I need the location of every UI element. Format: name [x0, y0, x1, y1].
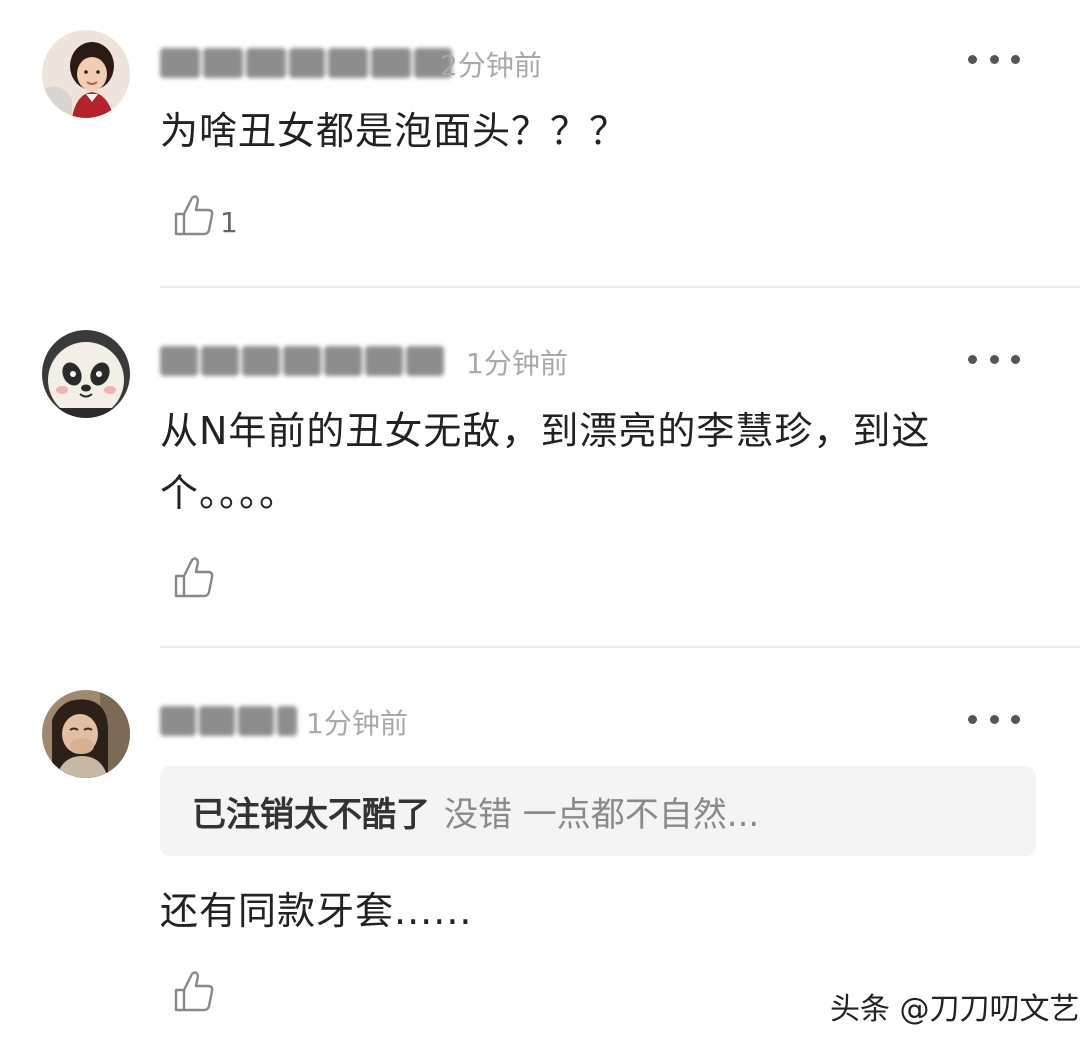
- dot-icon: [968, 354, 977, 364]
- like-button[interactable]: [172, 554, 220, 600]
- comment-item: 2分钟前 为啥丑女都是泡面头？？？ 1: [0, 0, 1080, 290]
- more-options-button[interactable]: [968, 344, 1020, 374]
- comment-text: 从N年前的丑女无敌，到漂亮的李慧珍，到这个。。。。: [160, 409, 931, 515]
- comment-text: 为啥丑女都是泡面头？？？: [160, 109, 629, 153]
- woman-laughing-icon: [42, 690, 130, 778]
- comment-timestamp: 1分钟前: [306, 707, 408, 740]
- user-avatar[interactable]: [42, 330, 130, 418]
- thumbs-up-icon: [174, 557, 214, 598]
- thumbs-up-icon: [174, 195, 214, 236]
- dot-icon: [968, 714, 977, 724]
- like-button[interactable]: [172, 968, 220, 1014]
- username-blurred[interactable]: [160, 700, 297, 742]
- username-blurred[interactable]: [160, 340, 444, 382]
- dot-icon: [989, 714, 999, 724]
- quoted-text: 没错 一点都不自然...: [444, 794, 760, 835]
- divider: [160, 286, 1080, 288]
- quoted-username[interactable]: 已注销太不酷了: [192, 787, 430, 836]
- like-count: 1: [220, 206, 238, 239]
- girl-portrait-icon: [42, 30, 130, 118]
- more-options-button[interactable]: [968, 44, 1020, 74]
- comment-item: 1分钟前 从N年前的丑女无敌，到漂亮的李慧珍，到这个。。。。: [0, 290, 1080, 646]
- thumbs-up-icon: [174, 971, 214, 1012]
- watermark: 头条 @刀刀叨文艺: [830, 992, 1080, 1027]
- user-avatar[interactable]: [42, 690, 130, 778]
- panda-icon: [42, 330, 130, 418]
- user-avatar[interactable]: [42, 30, 130, 118]
- dot-icon: [989, 354, 999, 364]
- like-button[interactable]: 1: [172, 192, 238, 238]
- dot-icon: [1011, 54, 1020, 64]
- dot-icon: [968, 54, 977, 64]
- username-blurred[interactable]: [160, 42, 452, 84]
- more-options-button[interactable]: [968, 704, 1020, 734]
- comment-text: 还有同款牙套......: [160, 889, 473, 933]
- dot-icon: [1011, 354, 1020, 364]
- dot-icon: [1011, 714, 1020, 724]
- quoted-reply[interactable]: 已注销太不酷了 没错 一点都不自然...: [160, 766, 1036, 856]
- comment-timestamp: 1分钟前: [466, 347, 568, 380]
- comment-timestamp: 2分钟前: [440, 49, 542, 82]
- divider: [160, 646, 1080, 648]
- dot-icon: [989, 54, 999, 64]
